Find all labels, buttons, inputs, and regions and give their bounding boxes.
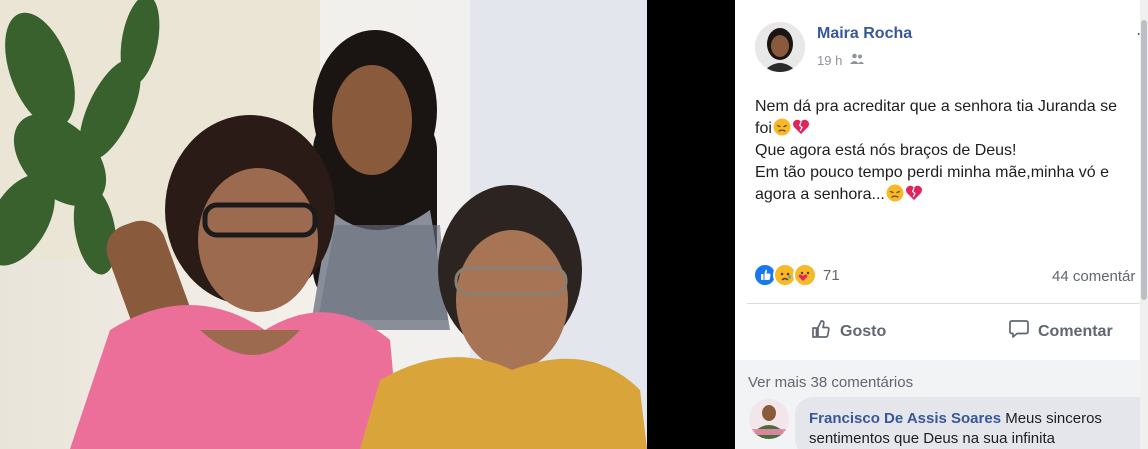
broken-heart-emoji-icon	[905, 184, 923, 209]
thumbs-up-icon	[810, 318, 832, 345]
scrollbar-track[interactable]	[1140, 0, 1148, 449]
post-meta: 19 h	[817, 53, 865, 68]
scrollbar-thumb[interactable]	[1141, 20, 1147, 300]
comment-label: Comentar	[1038, 322, 1113, 340]
comments-section: Ver mais 38 comentários Francisco De Ass…	[735, 360, 1148, 449]
commenter-avatar[interactable]	[749, 399, 789, 439]
post-timestamp[interactable]: 19 h	[817, 53, 842, 68]
post-photo[interactable]	[0, 0, 647, 449]
post-line-3: Que agora está nós braços de Deus!	[755, 140, 1148, 162]
post-line-text-4: Em tão pouco tempo perdi minha mãe,minha…	[755, 164, 1109, 181]
post-panel: Maira Rocha 19 h ⋯ Nem dá pra acreditar …	[647, 0, 1148, 449]
post-content: Maira Rocha 19 h ⋯ Nem dá pra acreditar …	[735, 0, 1148, 449]
post-message: Nem dá pra acreditar que a senhora tia J…	[755, 96, 1148, 206]
commenter-avatar-image	[749, 399, 789, 439]
see-more-comments-link[interactable]: Ver mais 38 comentários	[748, 374, 913, 391]
avatar-image	[755, 22, 805, 72]
post-line-2: foi	[755, 118, 1148, 140]
post-line-text-3: Que agora está nós braços de Deus!	[755, 142, 1017, 159]
post-line-text-5: agora a senhora...	[755, 186, 885, 203]
post-line-4: Em tão pouco tempo perdi minha mãe,minha…	[755, 162, 1148, 184]
care-reaction-icon	[793, 263, 817, 287]
author-avatar[interactable]	[755, 22, 805, 72]
author-name[interactable]: Maira Rocha	[817, 25, 912, 43]
divider-top	[747, 303, 1148, 304]
reactions-summary[interactable]: 71	[753, 263, 840, 287]
post-line-text-2: foi	[755, 120, 772, 137]
comments-count-link[interactable]: 44 comentár	[1052, 268, 1135, 285]
friends-icon	[850, 53, 865, 68]
like-button[interactable]: Gosto	[810, 318, 886, 345]
comment-bubble-icon	[1008, 318, 1030, 345]
reaction-count: 71	[823, 266, 840, 284]
comment-button[interactable]: Comentar	[1008, 318, 1113, 345]
pensive-emoji-icon	[886, 184, 904, 209]
post-line-5: agora a senhora...	[755, 184, 1148, 206]
photo-illustration	[0, 0, 647, 449]
commenter-name[interactable]: Francisco De Assis Soares	[809, 410, 1001, 427]
comment-bubble: Francisco De Assis Soares Meus sinceros …	[795, 397, 1148, 449]
comment-text: Francisco De Assis Soares Meus sinceros …	[809, 409, 1148, 449]
post-line-1: Nem dá pra acreditar que a senhora tia J…	[755, 96, 1148, 118]
post-line-text-1: Nem dá pra acreditar que a senhora tia J…	[755, 98, 1117, 115]
like-label: Gosto	[840, 322, 887, 340]
